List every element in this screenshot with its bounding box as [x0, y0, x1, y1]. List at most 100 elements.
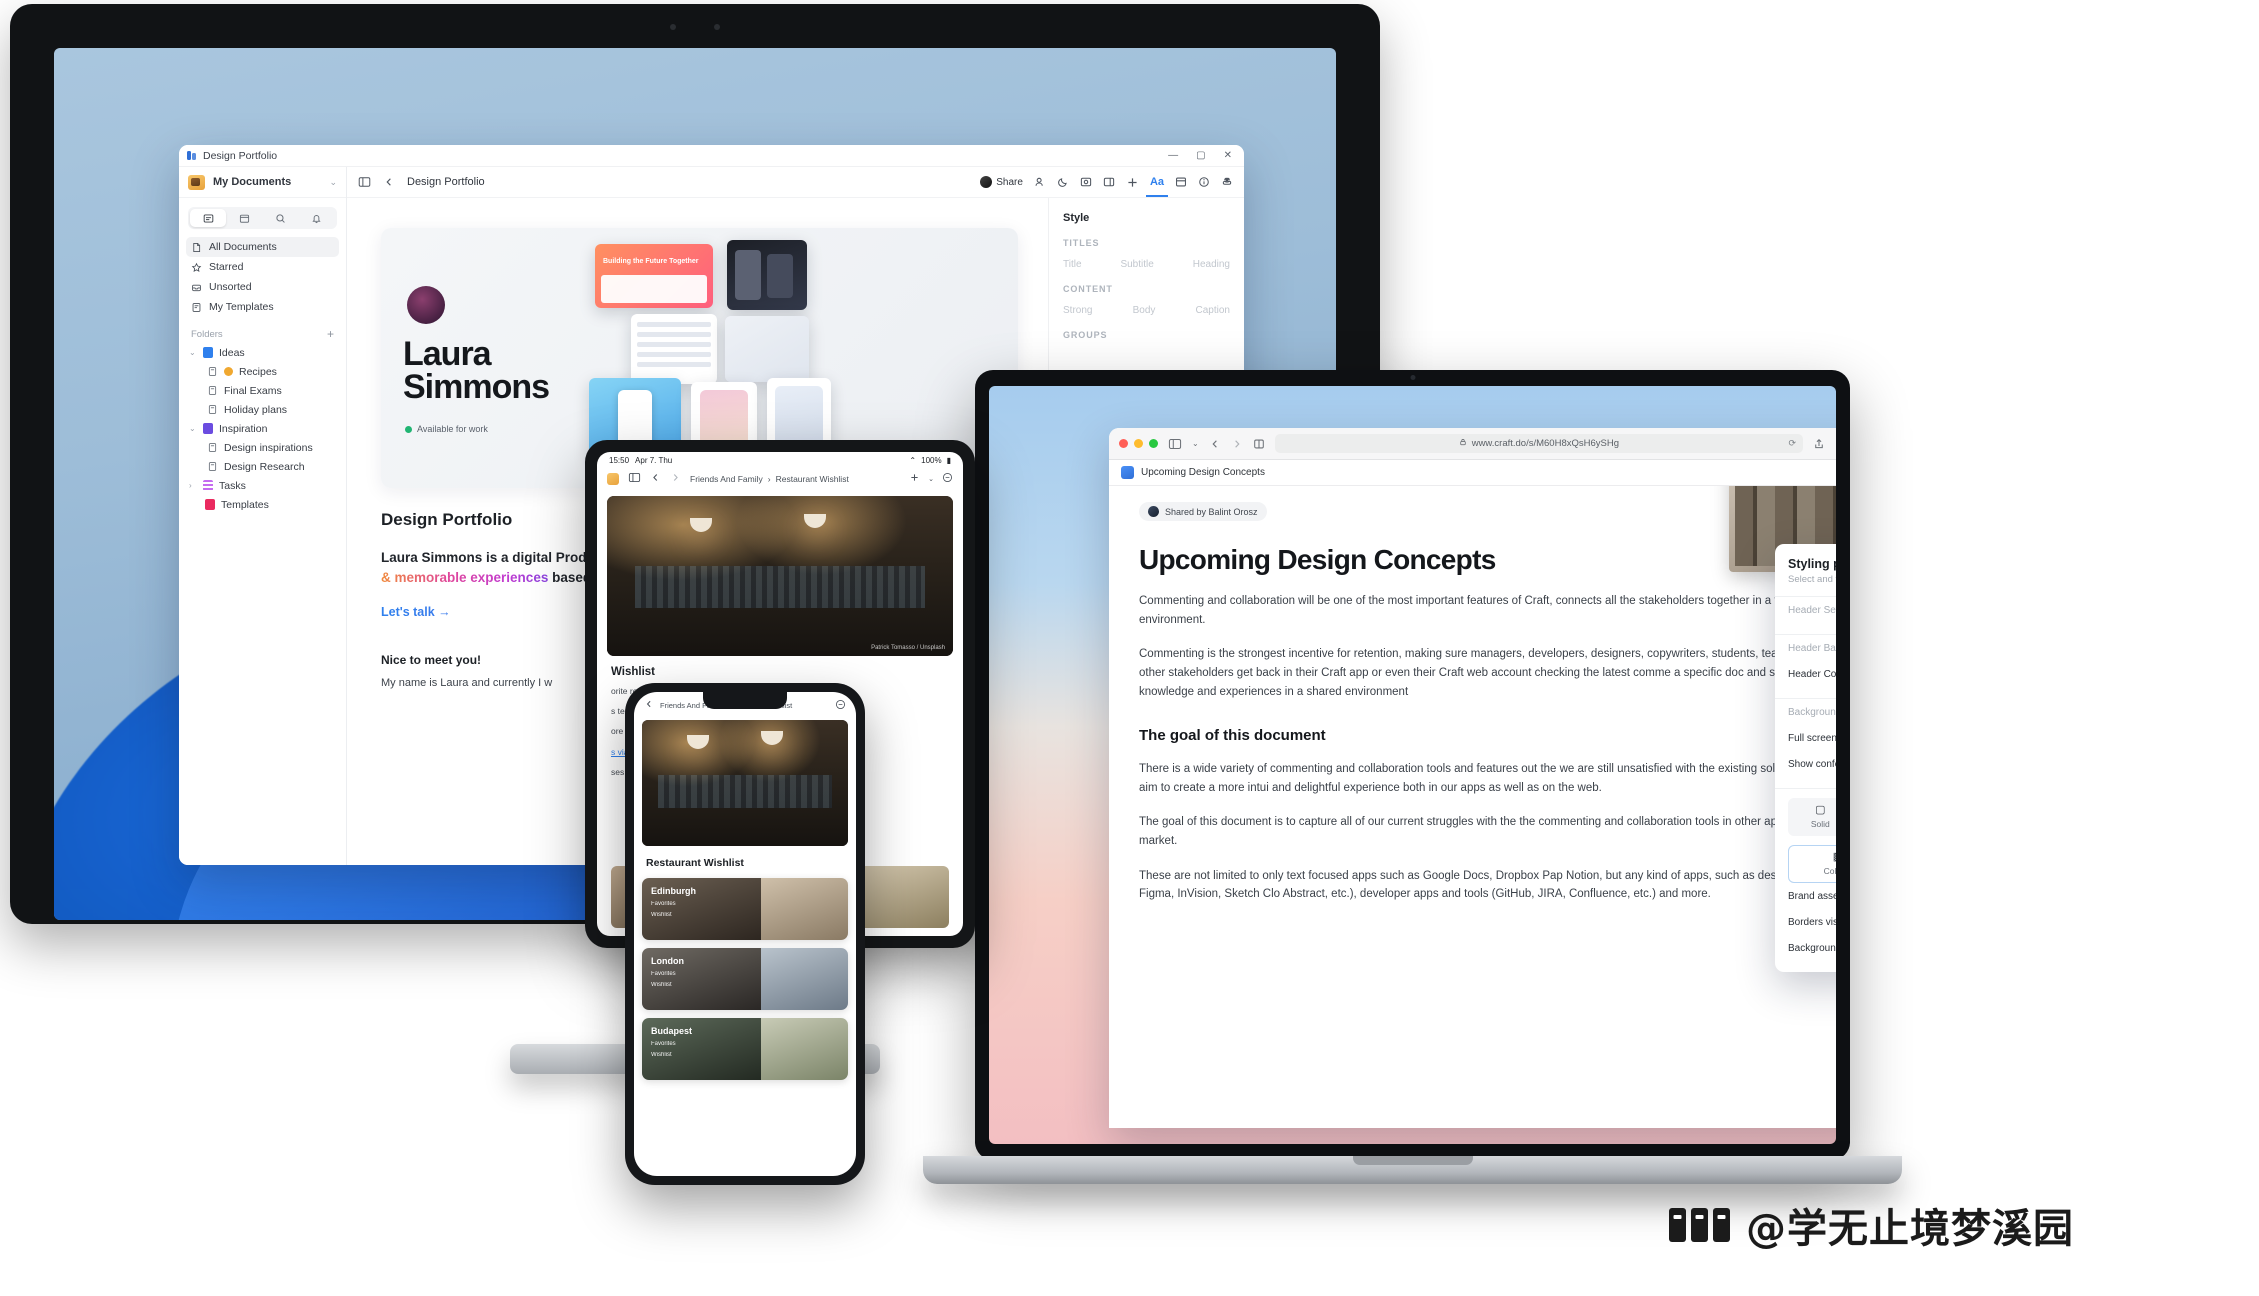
style-option-subtitle[interactable]: Subtitle — [1120, 259, 1153, 270]
layout-icon[interactable] — [1175, 176, 1187, 188]
folder-child-design-research[interactable]: Design Research — [179, 457, 346, 476]
macbook-camera-icon — [1410, 375, 1415, 380]
chevron-down-icon[interactable]: ⌄ — [189, 424, 197, 433]
header-color-row[interactable]: Header Color ⌄ — [1788, 661, 1836, 687]
sidebar-item-starred[interactable]: Starred — [186, 257, 339, 277]
background-gradient-color-row[interactable]: Background Gradient Color ⌄ — [1788, 935, 1836, 961]
back-icon[interactable] — [383, 176, 395, 188]
style-option-title[interactable]: Title — [1063, 259, 1082, 270]
add-block-icon[interactable] — [909, 470, 920, 488]
city-thumbnail — [761, 878, 848, 940]
tile-solid[interactable]: ▢ Solid — [1788, 798, 1836, 836]
sidebar-toggle-icon[interactable] — [1168, 438, 1182, 450]
borders-visible-row[interactable]: Borders visible — [1788, 909, 1836, 935]
tile-collage[interactable]: ▩ Collage — [1788, 845, 1836, 883]
folder-row-templates[interactable]: Templates — [179, 495, 346, 514]
style-option-strong[interactable]: Strong — [1063, 305, 1092, 316]
folder-row-tasks[interactable]: › Tasks — [179, 476, 346, 495]
present-icon[interactable] — [1080, 176, 1092, 188]
minimize-button[interactable]: — — [1168, 150, 1178, 161]
tab-style[interactable]: Aa — [1145, 176, 1169, 197]
city-tag-1: Favorites — [651, 1041, 676, 1047]
style-panel-title: Style — [1063, 212, 1090, 224]
web-document[interactable]: Shared by Balint Orosz Upcoming Design C… — [1109, 486, 1836, 1128]
style-option-heading[interactable]: Heading — [1193, 259, 1230, 270]
dark-mode-icon[interactable] — [1057, 176, 1069, 188]
share-button[interactable]: Share — [980, 176, 1023, 188]
city-thumbnail — [761, 948, 848, 1010]
full-screen-background-row[interactable]: Full screen background — [1788, 725, 1836, 751]
list-item[interactable]: Budapest Favorites Wishlist — [642, 1018, 848, 1080]
traffic-lights[interactable] — [1119, 439, 1158, 448]
browser-toolbar: ⌄ www.craft.do/s/M60H8xQsH6ySHg ⟳ — [1109, 428, 1836, 460]
folder-row-inspiration[interactable]: ⌄ Inspiration — [179, 419, 346, 438]
account-selector[interactable]: My Documents ⌄ — [179, 167, 346, 198]
style-option-body[interactable]: Body — [1133, 305, 1156, 316]
documents-tab[interactable] — [190, 209, 227, 227]
emoji-dot-icon — [224, 367, 233, 376]
macbook-device: ⌄ www.craft.do/s/M60H8xQsH6ySHg ⟳ Upcomi… — [923, 370, 1902, 1190]
folder-child-recipes[interactable]: Recipes — [179, 362, 346, 381]
split-view-icon[interactable] — [1103, 176, 1115, 188]
sidebar-item-unsorted[interactable]: Unsorted — [186, 277, 339, 297]
account-avatar-icon — [188, 174, 205, 190]
maximize-button[interactable]: ▢ — [1196, 150, 1205, 161]
more-options-icon[interactable] — [942, 470, 953, 488]
back-icon[interactable] — [1209, 438, 1221, 450]
more-options-icon[interactable] — [835, 699, 846, 712]
folder-child-final-exams[interactable]: Final Exams — [179, 381, 346, 400]
list-item[interactable]: London Favorites Wishlist — [642, 948, 848, 1010]
chevron-right-icon[interactable]: › — [189, 481, 197, 490]
city-thumbnail — [761, 1018, 848, 1080]
monitor-camera — [635, 24, 755, 30]
window-titlebar: Design Portfolio — ▢ ✕ — [179, 145, 1244, 167]
address-bar[interactable]: www.craft.do/s/M60H8xQsH6ySHg ⟳ — [1274, 434, 1803, 453]
add-folder-button[interactable]: + — [327, 328, 334, 340]
refresh-icon[interactable]: ⟳ — [1788, 438, 1796, 449]
folder-child-design-inspirations[interactable]: Design inspirations — [179, 438, 346, 457]
sidebar-toggle-icon[interactable] — [628, 470, 641, 488]
notifications-tab[interactable] — [299, 209, 335, 227]
back-icon[interactable] — [650, 470, 661, 488]
folder-row-ideas[interactable]: ⌄ Ideas — [179, 343, 346, 362]
chevron-down-icon[interactable]: ⌄ — [1192, 439, 1199, 448]
add-block-icon[interactable] — [1126, 176, 1139, 189]
back-icon[interactable] — [644, 699, 654, 711]
new-tab-icon[interactable] — [1835, 438, 1836, 450]
url-text: www.craft.do/s/M60H8xQsH6ySHg — [1471, 438, 1619, 449]
background-settings-group-label-row: Background Settings — [1788, 699, 1836, 725]
sidebar-item-all-documents[interactable]: All Documents — [186, 237, 339, 257]
sidebar-item-my-templates[interactable]: My Templates — [186, 297, 339, 317]
header-settings-row[interactable]: Header Settings › — [1788, 597, 1836, 623]
reader-view-icon[interactable] — [1253, 438, 1265, 450]
info-icon[interactable] — [1198, 176, 1210, 188]
list-item-info: London Favorites Wishlist — [642, 948, 762, 1010]
chevron-down-icon[interactable]: ⌄ — [928, 475, 934, 483]
list-item[interactable]: Edinburgh Favorites Wishlist — [642, 878, 848, 940]
style-option-caption[interactable]: Caption — [1196, 305, 1230, 316]
close-button[interactable]: ✕ — [1224, 150, 1232, 161]
header-settings-label: Header Settings — [1788, 604, 1836, 616]
calendar-tab[interactable] — [226, 209, 262, 227]
document-icon — [207, 385, 218, 396]
show-confetti-row[interactable]: Show confetti — [1788, 751, 1836, 777]
style-section-titles-options: Title Subtitle Heading — [1063, 259, 1230, 270]
share-label: Share — [996, 176, 1023, 188]
avatar — [980, 176, 993, 188]
browser-tab[interactable]: Upcoming Design Concepts ··· — [1109, 460, 1836, 486]
folder-label: Tasks — [219, 479, 246, 492]
status-time: 15:50 — [609, 455, 630, 465]
folder-child-holiday-plans[interactable]: Holiday plans — [179, 400, 346, 419]
add-collaborator-icon[interactable] — [1034, 176, 1046, 188]
folders-label: Folders — [191, 328, 223, 340]
shortcuts-icon[interactable] — [1221, 176, 1233, 188]
forward-icon[interactable] — [1231, 438, 1243, 450]
breadcrumb[interactable]: Friends And Family › Restaurant Wishlist — [690, 474, 849, 484]
toggle-sidebar-icon[interactable] — [358, 176, 371, 188]
search-tab[interactable] — [263, 209, 299, 227]
breadcrumb-current: Restaurant Wishlist — [775, 474, 849, 484]
chevron-down-icon[interactable]: ⌄ — [189, 348, 197, 357]
breadcrumb-root[interactable]: Friends And Family — [690, 474, 763, 484]
forward-icon[interactable] — [670, 470, 681, 488]
share-icon[interactable] — [1813, 438, 1825, 450]
